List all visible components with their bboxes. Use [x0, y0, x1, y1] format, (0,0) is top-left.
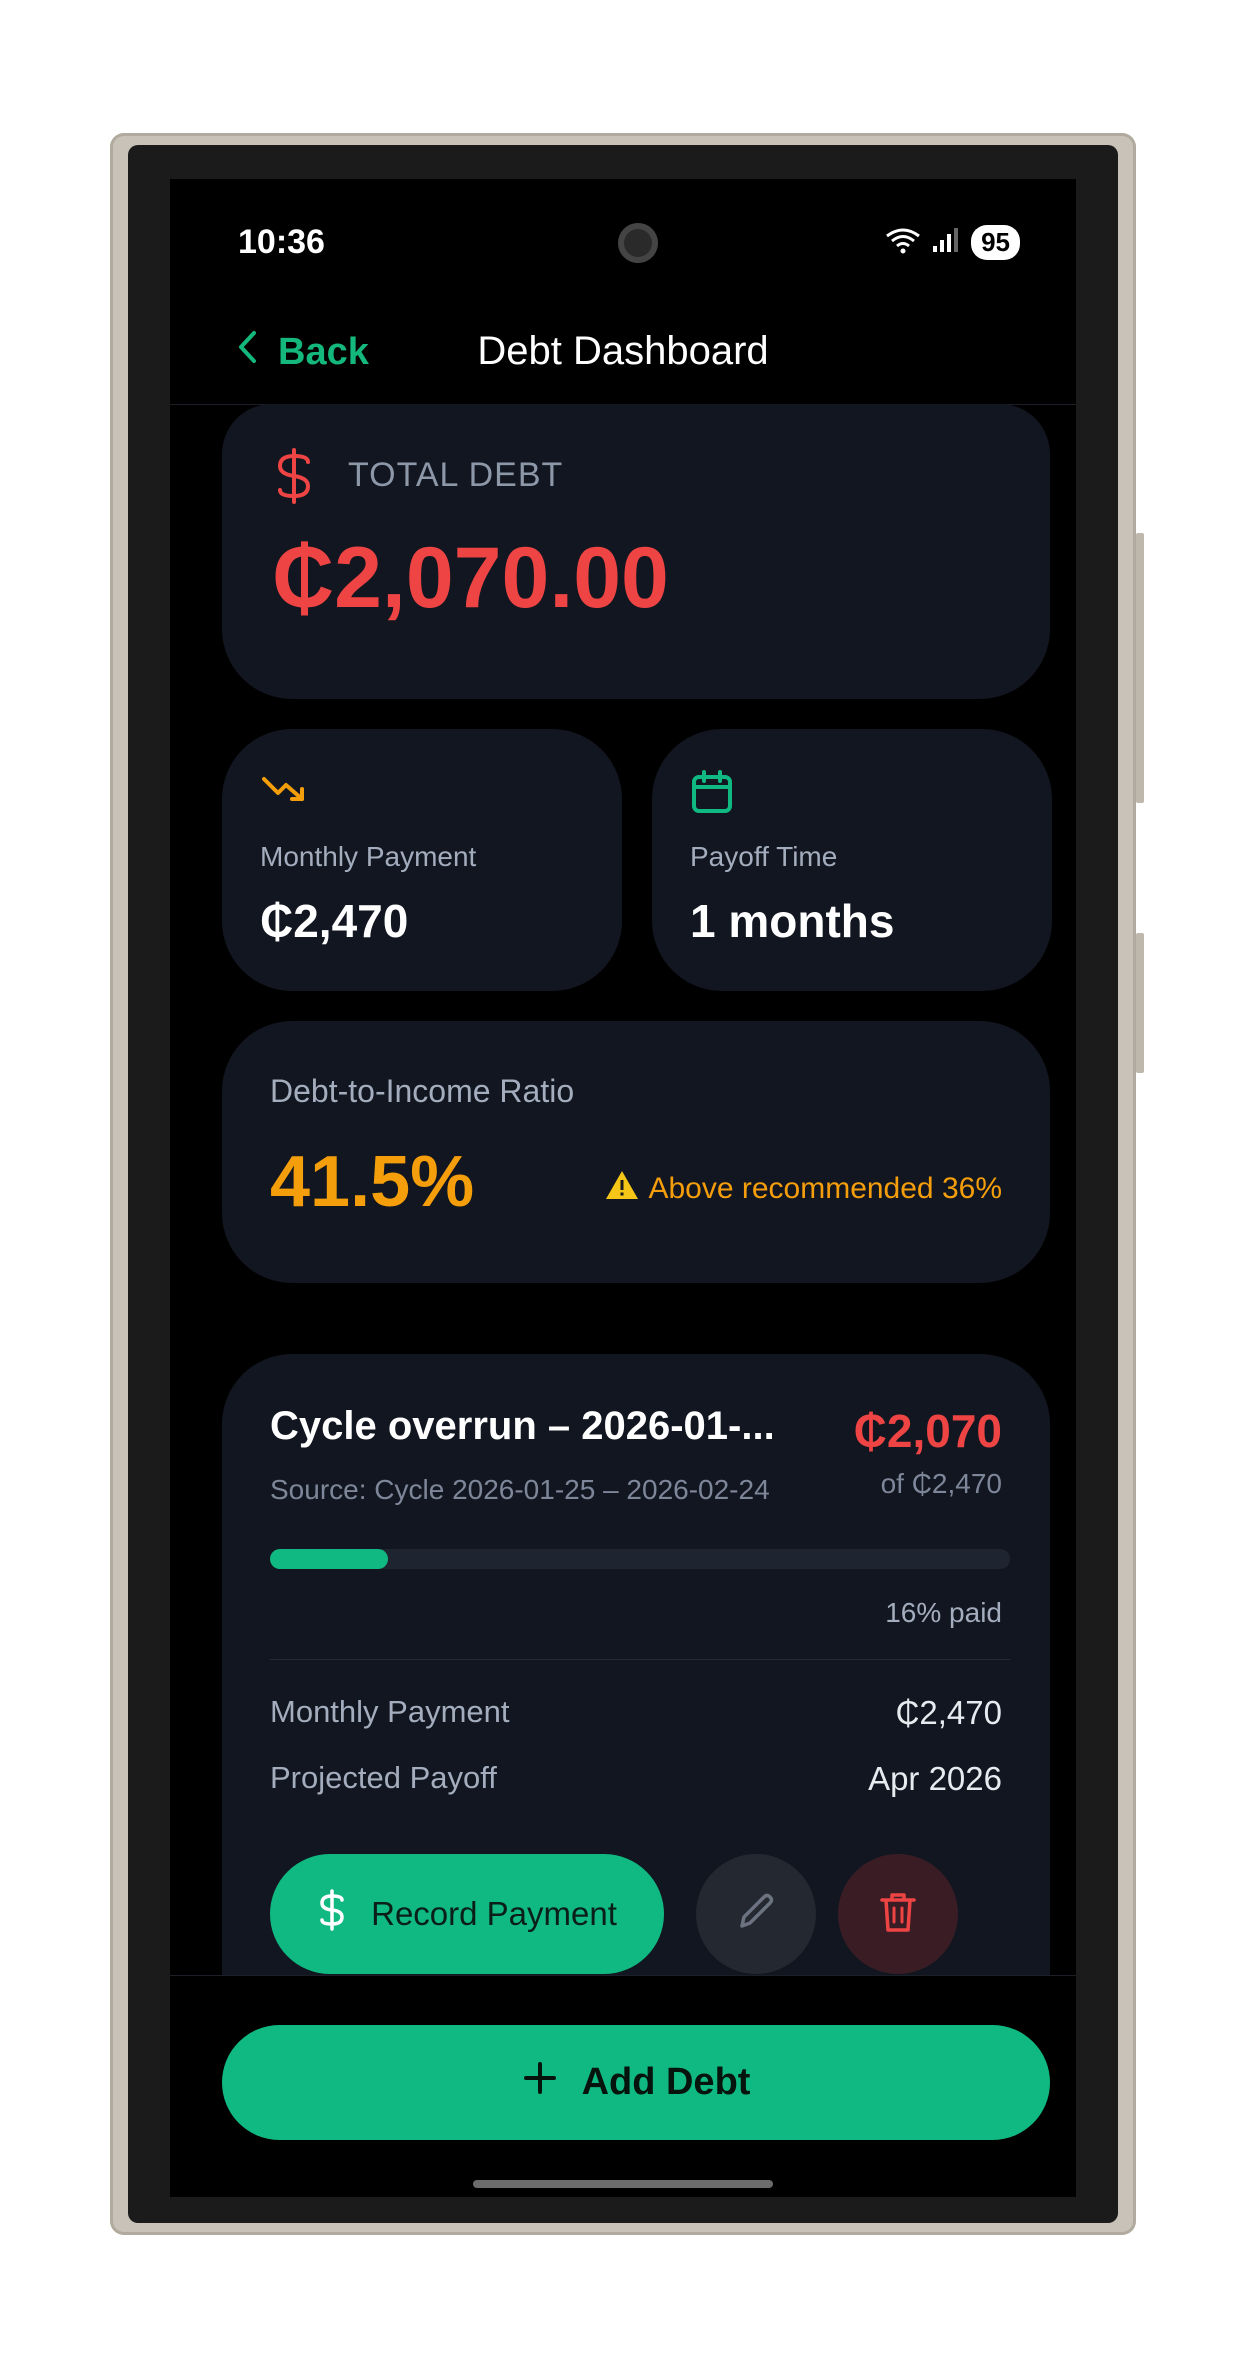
edit-button[interactable]	[696, 1854, 816, 1974]
device-frame: 10:36 95 Back Debt Dashboard TOTAL DEBT …	[110, 133, 1144, 2235]
debt-item-title: Cycle overrun – 2026-01-...	[270, 1404, 775, 1448]
volume-button	[1136, 533, 1144, 803]
progress-label: 16% paid	[885, 1597, 1002, 1628]
monthly-payment-label: Monthly Payment	[260, 841, 477, 872]
calendar-icon	[690, 769, 734, 820]
plus-icon	[522, 2060, 558, 2106]
dti-value: 41.5%	[270, 1142, 475, 1222]
power-button	[1136, 933, 1144, 1073]
projected-payoff-row-label: Projected Payoff	[270, 1760, 497, 1795]
dti-card: Debt-to-Income Ratio 41.5% Above recomme…	[222, 1021, 1050, 1283]
delete-button[interactable]	[838, 1854, 958, 1974]
monthly-payment-value: ₵2,470	[260, 895, 409, 947]
dti-warning-text: Above recommended 36%	[648, 1172, 1002, 1205]
monthly-payment-card: Monthly Payment ₵2,470	[222, 729, 622, 991]
pencil-icon	[734, 1890, 778, 1939]
trash-icon	[878, 1890, 918, 1939]
debt-item-amount: ₵2,070	[853, 1405, 1002, 1457]
signal-icon	[931, 226, 961, 259]
device-bezel: 10:36 95 Back Debt Dashboard TOTAL DEBT …	[128, 145, 1118, 2223]
home-indicator[interactable]	[473, 2180, 773, 2188]
progress-bar	[270, 1549, 1010, 1569]
dollar-icon	[272, 446, 316, 511]
payoff-time-card: Payoff Time 1 months	[652, 729, 1052, 991]
add-debt-label: Add Debt	[581, 2061, 751, 2103]
total-debt-label: TOTAL DEBT	[348, 456, 564, 494]
bottom-bar: Add Debt	[170, 1975, 1076, 2197]
dti-label: Debt-to-Income Ratio	[270, 1073, 575, 1109]
dti-warning: Above recommended 36%	[604, 1169, 1002, 1209]
divider	[270, 1659, 1010, 1660]
progress-fill	[270, 1549, 389, 1569]
monthly-payment-row-label: Monthly Payment	[270, 1694, 510, 1729]
add-debt-button[interactable]: Add Debt	[222, 2025, 1050, 2140]
debt-item-source: Source: Cycle 2026-01-25 – 2026-02-24	[270, 1474, 770, 1505]
projected-payoff-row-value: Apr 2026	[868, 1760, 1002, 1797]
wifi-icon	[885, 226, 921, 259]
front-camera	[618, 223, 658, 263]
dollar-icon	[317, 1888, 347, 1940]
screen: 10:36 95 Back Debt Dashboard TOTAL DEBT …	[170, 179, 1076, 2197]
status-icons: 95	[885, 225, 1020, 260]
trending-down-icon	[260, 769, 310, 814]
page-title: Debt Dashboard	[477, 329, 769, 373]
record-payment-label: Record Payment	[371, 1895, 617, 1932]
status-bar: 10:36 95	[170, 179, 1076, 279]
warning-icon	[604, 1169, 640, 1209]
payoff-time-label: Payoff Time	[690, 841, 838, 872]
total-debt-card: TOTAL DEBT ₵2,070.00	[222, 404, 1050, 699]
nav-bar: Back Debt Dashboard	[170, 289, 1076, 405]
total-debt-value: ₵2,070.00	[272, 530, 669, 626]
debt-item-of-total: of ₵2,470	[880, 1468, 1002, 1499]
monthly-payment-row-value: ₵2,470	[895, 1694, 1002, 1731]
payoff-time-value: 1 months	[690, 895, 895, 947]
record-payment-button[interactable]: Record Payment	[270, 1854, 664, 1974]
status-time: 10:36	[238, 223, 325, 261]
battery-indicator: 95	[971, 225, 1020, 260]
